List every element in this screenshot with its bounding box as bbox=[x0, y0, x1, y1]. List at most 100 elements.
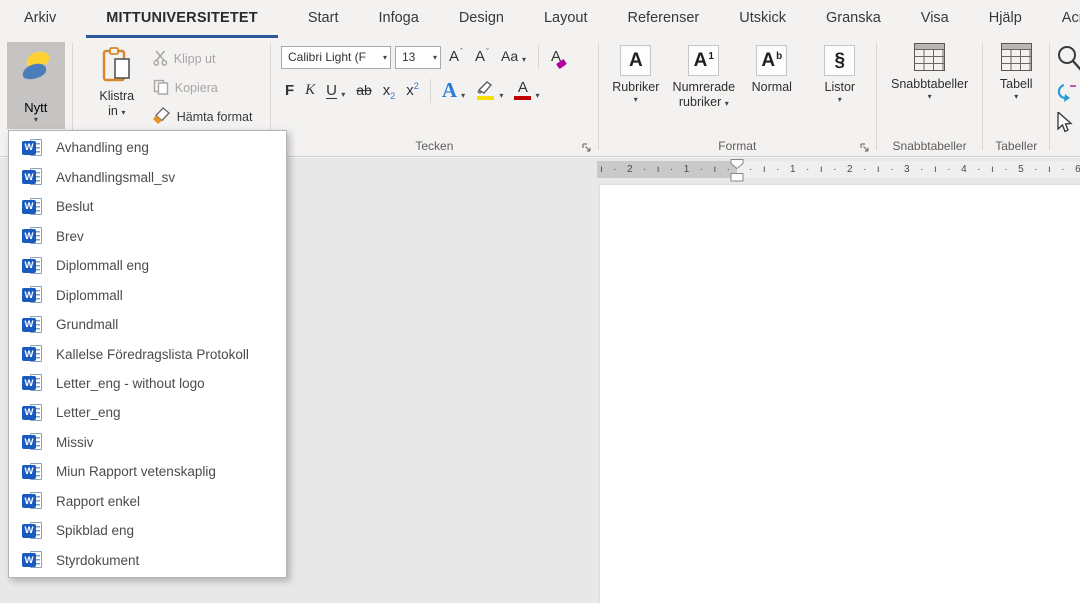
font-color-bar-icon bbox=[514, 96, 531, 100]
font-family-combobox[interactable]: Calibri Light (F bbox=[281, 46, 391, 69]
font-dialog-launcher[interactable] bbox=[581, 140, 593, 152]
document-page[interactable] bbox=[600, 185, 1080, 603]
group-quick-tables: Snabbtabeller Snabbtabeller bbox=[877, 38, 983, 156]
quick-tables-group-label: Snabbtabeller bbox=[877, 139, 983, 153]
paste-dropdown-arrow-icon bbox=[121, 108, 125, 117]
word-template-icon: W bbox=[22, 345, 43, 363]
shrink-font-button[interactable]: Aˇ bbox=[471, 46, 493, 69]
dropdown-item[interactable]: W Spikblad eng bbox=[9, 516, 286, 545]
dropdown-item-label: Grundmall bbox=[56, 317, 118, 332]
dropdown-item[interactable]: W Miun Rapport vetenskaplig bbox=[9, 457, 286, 486]
dropdown-item[interactable]: W Rapport enkel bbox=[9, 487, 286, 516]
tab-layout[interactable]: Layout bbox=[524, 2, 608, 38]
dropdown-item[interactable]: W Letter_eng - without logo bbox=[9, 369, 286, 398]
headings-icon: A bbox=[620, 45, 651, 76]
dropdown-item-label: Beslut bbox=[56, 199, 94, 214]
scissors-icon bbox=[153, 50, 168, 69]
dropdown-item[interactable]: W Avhandling eng bbox=[9, 133, 286, 162]
tab-design[interactable]: Design bbox=[439, 2, 524, 38]
select-cursor-icon[interactable] bbox=[1056, 112, 1074, 134]
paste-button[interactable]: Klistra in bbox=[85, 42, 149, 132]
format-dialog-launcher[interactable] bbox=[859, 140, 871, 152]
rubriker-arrow-icon bbox=[634, 95, 638, 104]
dropdown-item[interactable]: W Beslut bbox=[9, 192, 286, 221]
word-template-icon: W bbox=[22, 286, 43, 304]
tab-visa[interactable]: Visa bbox=[901, 2, 969, 38]
dropdown-item-label: Miun Rapport vetenskaplig bbox=[56, 464, 216, 479]
translate-icon[interactable] bbox=[1056, 82, 1080, 108]
font-color-button[interactable]: A bbox=[510, 79, 543, 104]
ribbon-right-edge bbox=[1050, 38, 1080, 156]
dropdown-item[interactable]: W Kallelse Föredragslista Protokoll bbox=[9, 339, 286, 368]
bold-button[interactable]: F bbox=[281, 80, 298, 103]
word-template-icon: W bbox=[22, 433, 43, 451]
nytt-dropdown-arrow-icon bbox=[34, 115, 38, 124]
tab-arkiv[interactable]: Arkiv bbox=[4, 2, 76, 38]
font-group-label: Tecken bbox=[271, 139, 598, 153]
mittuniversitetet-logo-icon bbox=[15, 48, 57, 95]
dropdown-item-label: Spikblad eng bbox=[56, 523, 134, 538]
copy-button[interactable]: Kopiera bbox=[153, 77, 253, 99]
word-application-window: Arkiv MITTUNIVERSITETET Start Infoga Des… bbox=[0, 0, 1080, 603]
word-template-icon: W bbox=[22, 463, 43, 481]
dropdown-item[interactable]: W Styrdokument bbox=[9, 546, 286, 575]
tabell-button[interactable]: Tabell bbox=[983, 38, 1049, 101]
dropdown-item[interactable]: W Letter_eng bbox=[9, 398, 286, 427]
dropdown-item-label: Letter_eng - without logo bbox=[56, 376, 205, 391]
highlight-color-button[interactable] bbox=[472, 79, 507, 104]
cut-label: Klipp ut bbox=[174, 52, 216, 66]
dropdown-item[interactable]: W Diplommall bbox=[9, 280, 286, 309]
paste-label-line1: Klistra bbox=[99, 89, 134, 104]
indent-marker[interactable] bbox=[730, 159, 744, 187]
word-template-icon: W bbox=[22, 227, 43, 245]
dropdown-item-label: Letter_eng bbox=[56, 405, 121, 420]
font-size-combobox[interactable]: 13 bbox=[395, 46, 441, 69]
nytt-dropdown-menu: W Avhandling eng W Avhandlingsmall_sv W … bbox=[8, 130, 287, 578]
tables-group-label: Tabeller bbox=[983, 139, 1049, 153]
dropdown-item-label: Kallelse Föredragslista Protokoll bbox=[56, 347, 249, 362]
dropdown-item[interactable]: W Grundmall bbox=[9, 310, 286, 339]
clear-formatting-button[interactable]: A bbox=[547, 46, 565, 69]
lists-icon: § bbox=[824, 45, 855, 76]
table-icon bbox=[1001, 43, 1032, 71]
grow-font-button[interactable]: Aˆ bbox=[445, 46, 467, 69]
tabell-arrow-icon bbox=[1014, 92, 1018, 101]
font-size-value: 13 bbox=[402, 50, 415, 64]
mini-separator bbox=[430, 79, 431, 103]
underline-button[interactable]: U bbox=[322, 80, 349, 103]
font-family-arrow-icon bbox=[380, 53, 387, 62]
tab-start[interactable]: Start bbox=[288, 2, 359, 38]
ruler-margin-ticks: ı·2·ı·1·ı· bbox=[600, 161, 730, 178]
dropdown-item[interactable]: W Avhandlingsmall_sv bbox=[9, 162, 286, 191]
group-tables: Tabell Tabeller bbox=[983, 38, 1049, 156]
word-template-icon: W bbox=[22, 316, 43, 334]
change-case-button[interactable]: Aa bbox=[497, 46, 530, 68]
strikethrough-button[interactable]: ab bbox=[352, 80, 376, 102]
tab-utskick[interactable]: Utskick bbox=[719, 2, 806, 38]
tab-referenser[interactable]: Referenser bbox=[608, 2, 720, 38]
text-effects-button[interactable]: A bbox=[438, 78, 469, 104]
italic-button[interactable]: K bbox=[301, 80, 319, 103]
dropdown-item-label: Diplommall eng bbox=[56, 258, 149, 273]
horizontal-ruler[interactable]: ı·2·ı·1·ı· ·ı·1·ı·2·ı·3·ı·4·ı·5·ı·6 bbox=[597, 161, 1080, 178]
superscript-button[interactable]: x2 bbox=[402, 80, 423, 103]
nytt-button[interactable]: Nytt bbox=[7, 42, 65, 129]
tab-granska[interactable]: Granska bbox=[806, 2, 901, 38]
highlight-arrow-icon bbox=[499, 91, 503, 100]
dropdown-item-label: Styrdokument bbox=[56, 553, 139, 568]
dropdown-item[interactable]: W Diplommall eng bbox=[9, 251, 286, 280]
format-painter-button[interactable]: Hämta format bbox=[153, 106, 253, 128]
cut-button[interactable]: Klipp ut bbox=[153, 48, 253, 70]
copy-icon bbox=[153, 79, 169, 98]
dropdown-item[interactable]: W Brev bbox=[9, 221, 286, 250]
snabbtabeller-button[interactable]: Snabbtabeller bbox=[877, 38, 983, 101]
tab-acrobat[interactable]: Acrobat bbox=[1042, 2, 1080, 38]
subscript-button[interactable]: x2 bbox=[379, 80, 400, 103]
tab-mittuniversitetet[interactable]: MITTUNIVERSITETET bbox=[86, 2, 278, 38]
dropdown-item-label: Avhandlingsmall_sv bbox=[56, 170, 175, 185]
tab-hjalp[interactable]: Hjälp bbox=[969, 2, 1042, 38]
search-icon[interactable] bbox=[1056, 44, 1080, 76]
dropdown-item[interactable]: W Missiv bbox=[9, 428, 286, 457]
tab-infoga[interactable]: Infoga bbox=[358, 2, 438, 38]
snabbtabeller-arrow-icon bbox=[928, 92, 932, 101]
